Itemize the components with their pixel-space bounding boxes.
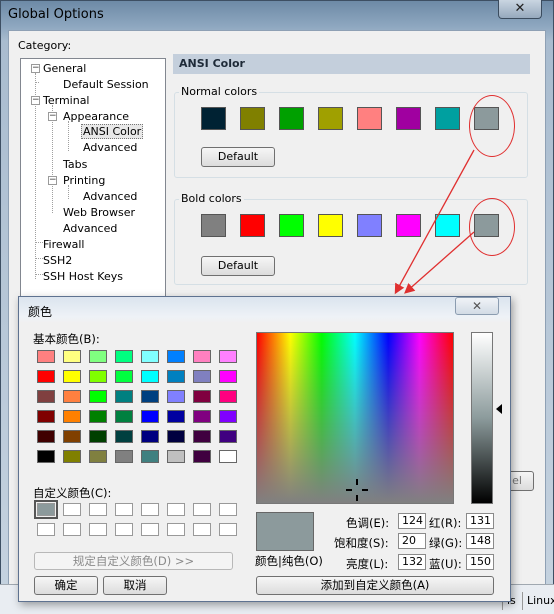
basic-color-swatch[interactable] [219, 410, 237, 423]
custom-color-swatch[interactable] [63, 503, 81, 516]
basic-color-swatch[interactable] [37, 350, 55, 363]
basic-color-swatch[interactable] [115, 410, 133, 423]
basic-color-swatch[interactable] [63, 390, 81, 403]
basic-color-swatch[interactable] [63, 370, 81, 383]
basic-color-swatch[interactable] [141, 430, 159, 443]
basic-color-swatch[interactable] [167, 390, 185, 403]
custom-color-swatch[interactable] [167, 503, 185, 516]
saturation-input[interactable]: 20 [398, 533, 426, 549]
define-custom-colors-button[interactable]: 规定自定义颜色(D) >> [34, 552, 233, 570]
basic-colors-label: 基本颜色(B): [33, 332, 100, 346]
crosshair-icon[interactable] [346, 479, 368, 501]
ok-button[interactable]: 确定 [34, 576, 98, 595]
basic-color-swatch[interactable] [89, 370, 107, 383]
luminance-label: 亮度(L): [346, 557, 389, 571]
basic-color-swatch[interactable] [193, 430, 211, 443]
custom-color-swatch[interactable] [63, 523, 81, 536]
custom-color-swatch[interactable] [219, 503, 237, 516]
basic-color-swatch[interactable] [89, 430, 107, 443]
add-to-custom-colors-button[interactable]: 添加到自定义颜色(A) [256, 576, 494, 595]
basic-color-swatch[interactable] [37, 370, 55, 383]
custom-color-swatch[interactable] [89, 523, 107, 536]
basic-color-swatch[interactable] [219, 350, 237, 363]
basic-color-swatch[interactable] [219, 430, 237, 443]
custom-color-swatch[interactable] [193, 523, 211, 536]
basic-color-swatch[interactable] [89, 350, 107, 363]
basic-color-swatch[interactable] [193, 390, 211, 403]
red-input[interactable]: 131 [466, 513, 494, 529]
custom-color-swatch[interactable] [115, 503, 133, 516]
blue-label: 蓝(U): [429, 557, 462, 571]
green-label: 绿(G): [429, 536, 463, 550]
basic-color-swatch[interactable] [219, 390, 237, 403]
basic-color-swatch[interactable] [167, 450, 185, 463]
basic-color-swatch[interactable] [115, 390, 133, 403]
custom-color-swatch[interactable] [193, 503, 211, 516]
basic-color-swatch[interactable] [63, 350, 81, 363]
basic-color-swatch[interactable] [141, 450, 159, 463]
basic-color-swatch[interactable] [37, 410, 55, 423]
custom-color-swatch[interactable] [34, 500, 58, 519]
basic-color-swatch[interactable] [167, 350, 185, 363]
hue-label: 色调(E): [346, 516, 390, 530]
custom-color-swatch[interactable] [37, 523, 55, 536]
taskbar-tab[interactable]: Linux [522, 592, 554, 610]
luminance-arrow-icon[interactable] [496, 404, 502, 414]
solid-color-label: 颜色|纯色(O) [255, 554, 323, 568]
basic-color-swatch[interactable] [115, 370, 133, 383]
red-label: 红(R): [429, 516, 462, 530]
basic-color-swatch[interactable] [141, 370, 159, 383]
basic-color-swatch[interactable] [141, 390, 159, 403]
basic-color-swatch[interactable] [167, 370, 185, 383]
custom-colors-label: 自定义颜色(C): [33, 486, 112, 500]
color-dialog-title: 颜色 [28, 305, 53, 319]
basic-color-swatch[interactable] [63, 450, 81, 463]
green-input[interactable]: 148 [466, 533, 494, 549]
cancel-button[interactable]: 取消 [103, 576, 167, 595]
basic-color-swatch[interactable] [63, 430, 81, 443]
basic-color-swatch[interactable] [219, 370, 237, 383]
basic-color-swatch[interactable] [89, 450, 107, 463]
custom-color-swatch[interactable] [141, 503, 159, 516]
basic-color-swatch[interactable] [167, 430, 185, 443]
basic-color-swatch[interactable] [193, 410, 211, 423]
custom-color-swatch[interactable] [89, 503, 107, 516]
custom-color-swatch[interactable] [219, 523, 237, 536]
basic-color-swatch[interactable] [115, 430, 133, 443]
saturation-label: 饱和度(S): [334, 536, 389, 550]
luminance-input[interactable]: 132 [398, 554, 426, 570]
custom-color-swatch[interactable] [141, 523, 159, 536]
blue-input[interactable]: 150 [466, 554, 494, 570]
basic-color-swatch[interactable] [37, 390, 55, 403]
close-icon[interactable]: ✕ [455, 297, 499, 315]
basic-color-swatch[interactable] [115, 350, 133, 363]
basic-color-swatch[interactable] [115, 450, 133, 463]
basic-color-swatch[interactable] [37, 430, 55, 443]
basic-color-swatch[interactable] [89, 390, 107, 403]
basic-color-swatch[interactable] [219, 450, 237, 463]
basic-color-swatch[interactable] [63, 410, 81, 423]
custom-color-swatch[interactable] [115, 523, 133, 536]
basic-color-swatch[interactable] [193, 350, 211, 363]
basic-color-swatch[interactable] [167, 410, 185, 423]
color-preview [256, 512, 314, 551]
hue-input[interactable]: 124 [398, 513, 426, 529]
basic-color-swatch[interactable] [141, 410, 159, 423]
basic-color-swatch[interactable] [193, 370, 211, 383]
basic-color-swatch[interactable] [193, 450, 211, 463]
basic-color-swatch[interactable] [37, 450, 55, 463]
basic-color-swatch[interactable] [141, 350, 159, 363]
luminance-slider[interactable] [471, 332, 493, 504]
basic-color-swatch[interactable] [89, 410, 107, 423]
custom-color-swatch[interactable] [167, 523, 185, 536]
